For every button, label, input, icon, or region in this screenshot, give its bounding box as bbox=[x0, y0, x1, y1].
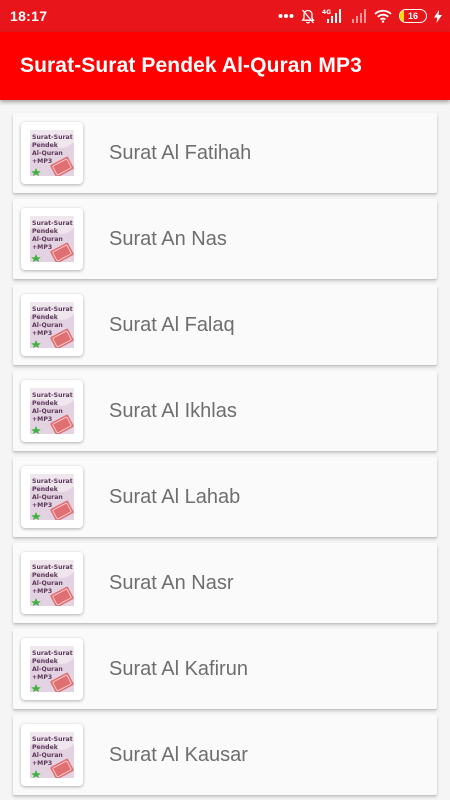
signal-4g-icon: 4G bbox=[322, 8, 344, 24]
wifi-icon bbox=[374, 9, 392, 23]
svg-text:Pendek: Pendek bbox=[32, 142, 59, 149]
surah-title: Surat Al Fatihah bbox=[109, 141, 252, 164]
svg-text:Surat-Surat: Surat-Surat bbox=[32, 736, 73, 743]
svg-text:+MP3: +MP3 bbox=[32, 588, 52, 595]
surah-list[interactable]: Surat-Surat Pendek Al-Quran +MP3 Surat A… bbox=[0, 100, 450, 800]
svg-text:+MP3: +MP3 bbox=[32, 760, 52, 767]
surah-title: Surat Al Kausar bbox=[109, 743, 248, 766]
quran-app-icon: Surat-Surat Pendek Al-Quran +MP3 bbox=[21, 208, 83, 270]
svg-text:+MP3: +MP3 bbox=[32, 158, 52, 165]
surah-title: Surat Al Ikhlas bbox=[109, 399, 237, 422]
list-item[interactable]: Surat-Surat Pendek Al-Quran +MP3 Surat A… bbox=[13, 543, 437, 623]
surah-title: Surat An Nas bbox=[109, 227, 227, 250]
svg-text:Al-Quran: Al-Quran bbox=[32, 580, 63, 587]
list-item[interactable]: Surat-Surat Pendek Al-Quran +MP3 Surat A… bbox=[13, 371, 437, 451]
surah-title: Surat Al Kafirun bbox=[109, 657, 248, 680]
quran-app-icon: Surat-Surat Pendek Al-Quran +MP3 bbox=[21, 638, 83, 700]
battery-icon: 16 bbox=[399, 9, 427, 23]
svg-text:Al-Quran: Al-Quran bbox=[32, 322, 63, 329]
network-type-label: 4G bbox=[322, 9, 331, 16]
svg-text:Surat-Surat: Surat-Surat bbox=[32, 306, 73, 313]
signal-empty-icon bbox=[351, 8, 367, 24]
list-item[interactable]: Surat-Surat Pendek Al-Quran +MP3 Surat A… bbox=[13, 715, 437, 795]
list-item[interactable]: Surat-Surat Pendek Al-Quran +MP3 Surat A… bbox=[13, 199, 437, 279]
svg-text:Al-Quran: Al-Quran bbox=[32, 408, 63, 415]
charging-bolt-icon bbox=[434, 9, 442, 23]
svg-text:Pendek: Pendek bbox=[32, 658, 59, 665]
svg-text:Pendek: Pendek bbox=[32, 314, 59, 321]
svg-text:Surat-Surat: Surat-Surat bbox=[32, 650, 73, 657]
surah-title: Surat An Nasr bbox=[109, 571, 234, 594]
svg-text:Pendek: Pendek bbox=[32, 400, 59, 407]
svg-text:Pendek: Pendek bbox=[32, 228, 59, 235]
svg-text:Surat-Surat: Surat-Surat bbox=[32, 478, 73, 485]
svg-text:+MP3: +MP3 bbox=[32, 330, 52, 337]
svg-text:Al-Quran: Al-Quran bbox=[32, 236, 63, 243]
more-dots-icon bbox=[278, 13, 294, 19]
svg-text:Surat-Surat: Surat-Surat bbox=[32, 220, 73, 227]
battery-level: 16 bbox=[407, 11, 418, 21]
quran-app-icon: Surat-Surat Pendek Al-Quran +MP3 bbox=[21, 466, 83, 528]
svg-text:Pendek: Pendek bbox=[32, 572, 59, 579]
svg-text:Al-Quran: Al-Quran bbox=[32, 752, 63, 759]
quran-app-icon: Surat-Surat Pendek Al-Quran +MP3 bbox=[21, 122, 83, 184]
surah-title: Surat Al Lahab bbox=[109, 485, 241, 508]
list-item[interactable]: Surat-Surat Pendek Al-Quran +MP3 Surat A… bbox=[13, 629, 437, 709]
list-item[interactable]: Surat-Surat Pendek Al-Quran +MP3 Surat A… bbox=[13, 285, 437, 365]
status-time: 18:17 bbox=[10, 8, 48, 24]
svg-text:Surat-Surat: Surat-Surat bbox=[32, 392, 73, 399]
surah-title: Surat Al Falaq bbox=[109, 313, 235, 336]
quran-app-icon: Surat-Surat Pendek Al-Quran +MP3 bbox=[21, 724, 83, 786]
svg-text:Surat-Surat: Surat-Surat bbox=[32, 134, 73, 141]
quran-app-icon: Surat-Surat Pendek Al-Quran +MP3 bbox=[21, 552, 83, 614]
svg-text:Pendek: Pendek bbox=[32, 486, 59, 493]
status-bar: 18:17 4G 16 bbox=[0, 0, 450, 32]
svg-text:Pendek: Pendek bbox=[32, 744, 59, 751]
notifications-off-icon bbox=[301, 9, 315, 24]
quran-app-icon: Surat-Surat Pendek Al-Quran +MP3 bbox=[21, 380, 83, 442]
svg-text:Al-Quran: Al-Quran bbox=[32, 150, 63, 157]
svg-text:+MP3: +MP3 bbox=[32, 674, 52, 681]
battery-fill bbox=[400, 10, 405, 22]
svg-text:Al-Quran: Al-Quran bbox=[32, 666, 63, 673]
list-item[interactable]: Surat-Surat Pendek Al-Quran +MP3 Surat A… bbox=[13, 457, 437, 537]
svg-text:Al-Quran: Al-Quran bbox=[32, 494, 63, 501]
svg-text:+MP3: +MP3 bbox=[32, 416, 52, 423]
quran-app-icon: Surat-Surat Pendek Al-Quran +MP3 bbox=[21, 294, 83, 356]
svg-text:+MP3: +MP3 bbox=[32, 244, 52, 251]
status-icons: 4G 16 bbox=[278, 8, 442, 24]
svg-text:+MP3: +MP3 bbox=[32, 502, 52, 509]
list-item[interactable]: Surat-Surat Pendek Al-Quran +MP3 Surat A… bbox=[13, 113, 437, 193]
svg-text:Surat-Surat: Surat-Surat bbox=[32, 564, 73, 571]
app-bar: Surat-Surat Pendek Al-Quran MP3 bbox=[0, 32, 450, 100]
app-title: Surat-Surat Pendek Al-Quran MP3 bbox=[20, 54, 362, 77]
